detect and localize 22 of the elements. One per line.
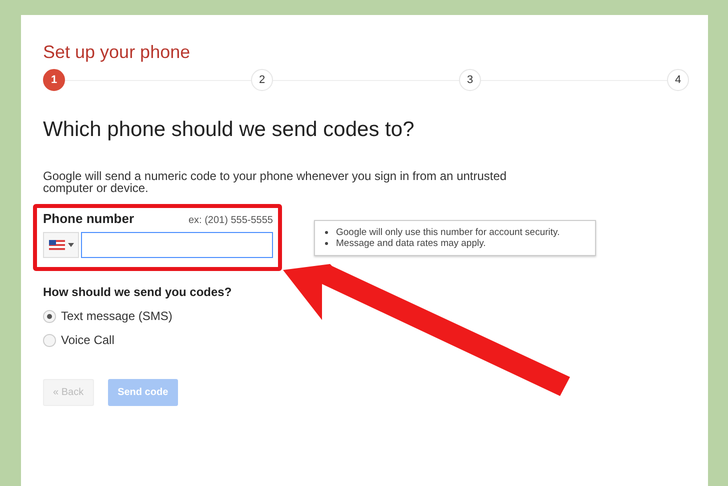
flag-icon	[48, 240, 64, 250]
tooltip-text: Message and data rates may apply.	[336, 238, 486, 248]
tooltip-text: Google will only use this number for account security.	[336, 226, 560, 238]
phone-label: Phone number	[43, 211, 134, 226]
method-question: How should we send you codes?	[43, 285, 232, 299]
radio-option[interactable]: Voice Call	[43, 333, 114, 347]
radio-label: Voice Call	[61, 333, 114, 347]
radio-button[interactable]	[43, 334, 56, 346]
step-indicator: 2	[251, 69, 273, 91]
step-indicator: 1	[43, 69, 65, 91]
phone-input[interactable]	[81, 232, 273, 258]
caret-icon	[68, 243, 74, 247]
step-indicator: 4	[667, 69, 689, 91]
bullet-icon	[325, 230, 328, 234]
heading: Which phone should we send codes to?	[43, 117, 416, 143]
bullet-icon	[325, 242, 328, 244]
country-dropdown[interactable]	[43, 232, 79, 258]
intro-text: Google will send a numeric code to your phone whenever you sign in from an untrusted computer or device.	[43, 170, 508, 194]
radio-button[interactable]	[43, 310, 56, 322]
phone-example: ex: (201) 555-5555	[188, 215, 273, 226]
step-indicator: 3	[459, 69, 481, 91]
page-title: Set up your phone	[43, 41, 192, 63]
